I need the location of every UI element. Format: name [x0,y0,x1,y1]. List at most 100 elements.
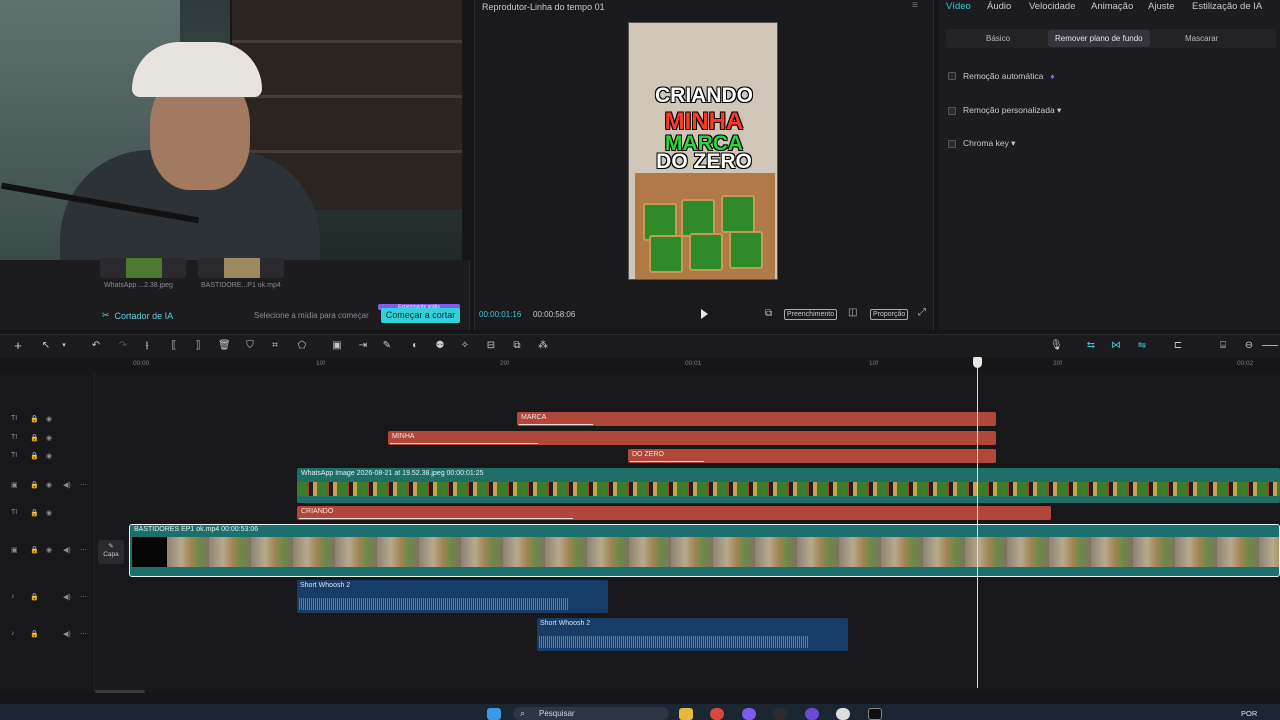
eye-icon[interactable]: ◉ [46,415,52,423]
crop-icon[interactable]: ⧉ [765,308,772,319]
freeze-icon[interactable]: ⬠ [296,340,308,352]
person-icon[interactable]: ⚉ [434,340,446,352]
snap-icon[interactable]: ⇋ [1136,340,1148,352]
subtab-remove-background[interactable]: Remover plano de fundo [1055,34,1143,43]
text-clip-minha[interactable]: MINHA [388,431,996,445]
split-icon[interactable]: ⫲ [141,340,153,352]
frame-icon[interactable]: ▣ [331,340,343,352]
more-icon[interactable]: ⋯ [80,546,87,554]
app-icon[interactable] [773,708,787,720]
playhead-handle[interactable] [973,357,982,368]
subtab-basic[interactable]: Básico [986,34,1010,43]
lock-icon[interactable]: 🔒 [30,630,39,638]
media-thumb-bastidores[interactable] [198,258,284,278]
checkbox[interactable] [948,106,956,115]
main-video-clip[interactable]: BASTIDORES EP1 ok.mp4 00:00:53:06 [129,524,1280,577]
media-player-icon[interactable] [836,708,850,720]
zoom-slider[interactable] [1262,345,1278,346]
tab-audio[interactable]: Áudio [987,1,1011,12]
text-clip-criando[interactable]: CRIANDO [297,506,1051,520]
trim-right-icon[interactable]: ⟧ [192,340,204,352]
redo-icon[interactable]: ↷ [117,340,129,352]
tab-speed[interactable]: Velocidade [1029,1,1075,12]
play-icon[interactable] [698,308,710,320]
text-clip-marca[interactable]: MARCA [517,412,996,426]
tab-adjust[interactable]: Ajuste [1148,1,1174,12]
option-chroma-key[interactable]: Chroma key ▾ [948,138,1015,149]
chrome-icon[interactable] [710,708,724,720]
image-clip[interactable]: WhatsApp Image 2026-08-21 at 19.52.38.jp… [297,468,1280,503]
zoom-out-icon[interactable]: ⊖ [1243,340,1255,352]
undo-icon[interactable]: ↶ [90,340,102,352]
option-auto-removal[interactable]: Remoção automática ♦ [948,71,1054,81]
speaker-icon[interactable]: ◀) [63,481,71,489]
media-thumb-whatsapp[interactable] [100,258,186,278]
eye-icon[interactable]: ◉ [46,481,52,489]
option-custom-removal[interactable]: Remoção personalizada ▾ [948,105,1061,116]
add-icon[interactable]: + [12,339,24,352]
chevron-down-icon[interactable]: ▾ [58,340,70,352]
mirror-icon[interactable]: ⇥ [357,340,369,352]
more-icon[interactable]: ⋯ [80,630,87,638]
preview-axis-icon[interactable]: ⊏ [1172,340,1184,352]
eye-icon[interactable]: ◉ [46,434,52,442]
select-tool-icon[interactable]: ↖ [40,340,52,352]
audio-clip-whoosh[interactable]: Short Whoosh 2 [297,580,608,613]
start-cutting-button[interactable]: Começar a cortar [381,308,460,323]
playhead[interactable] [977,358,978,688]
eye-icon[interactable]: ◉ [46,509,52,517]
horizontal-scrollbar[interactable] [95,690,145,693]
checkbox[interactable] [948,139,956,148]
zoom-fit-icon[interactable]: ⌸ [1217,340,1229,352]
delete-icon[interactable]: 🗑 [218,340,231,352]
lock-icon[interactable]: 🔒 [30,593,39,601]
text-clip-do-zero[interactable]: DO ZERO [628,449,996,463]
caption-icon[interactable]: ⊟ [485,340,497,352]
subtab-mask[interactable]: Mascarar [1185,34,1218,43]
trim-left-icon[interactable]: ⟦ [168,340,180,352]
waveform-icon[interactable]: ⁂ [537,340,549,352]
lock-icon[interactable]: 🔒 [30,434,39,442]
lock-icon[interactable]: 🔒 [30,452,39,460]
audio-clip-whoosh[interactable]: Short Whoosh 2 [537,618,848,651]
windows-start-icon[interactable] [487,708,501,720]
fullscreen-icon[interactable]: ⤢ [918,307,926,318]
snapshot-icon[interactable]: ◫ [848,307,857,318]
language-indicator[interactable]: POR [1241,709,1257,718]
file-explorer-icon[interactable] [679,708,693,720]
checkbox[interactable] [948,72,956,80]
eye-icon[interactable]: ◉ [46,546,52,554]
more-icon[interactable]: ⋯ [80,593,87,601]
speaker-icon[interactable]: ◀) [63,593,71,601]
video-preview[interactable]: CRIANDO MINHA MARCA DO ZERO [628,22,778,280]
player-menu-icon[interactable]: ≡ [912,0,918,11]
eye-icon[interactable]: ◉ [46,452,52,460]
discord-icon[interactable] [742,708,756,720]
lock-icon[interactable]: 🔒 [30,546,39,554]
capcut-icon[interactable] [868,708,882,720]
taskbar-search[interactable]: Pesquisar [513,707,669,720]
ai-cutter[interactable]: ✂ Cortador de IA [102,310,173,321]
lock-icon[interactable]: 🔒 [30,481,39,489]
microphone-icon[interactable]: 🎙 [1050,340,1063,352]
timeline-ruler[interactable] [130,358,1280,370]
magnet-icon[interactable]: ⋈ [1110,340,1122,352]
shield-icon[interactable]: ⛉ [244,340,256,352]
tab-video[interactable]: Vídeo [946,1,971,12]
speaker-icon[interactable]: ◀) [63,546,71,554]
pen-icon[interactable]: ✎ [381,340,393,352]
lock-icon[interactable]: 🔒 [30,415,39,423]
more-icon[interactable]: ⋯ [80,481,87,489]
app-icon[interactable] [805,708,819,720]
lock-icon[interactable]: 🔒 [30,509,39,517]
export-frame-icon[interactable]: ⧉ [511,340,523,352]
tab-animation[interactable]: Animação [1091,1,1133,12]
speaker-icon[interactable]: ◀) [63,630,71,638]
link-icon[interactable]: ⇆ [1085,340,1097,352]
audio-icon[interactable]: ◖ [408,340,420,352]
ratio-button[interactable]: Proporção [870,309,909,320]
tab-ai-styling[interactable]: Estilização de IA [1192,1,1262,12]
crop-icon[interactable]: ⌗ [269,340,281,352]
cover-button[interactable]: ✎ Capa [98,540,124,564]
magic-icon[interactable]: ✧ [459,340,471,352]
